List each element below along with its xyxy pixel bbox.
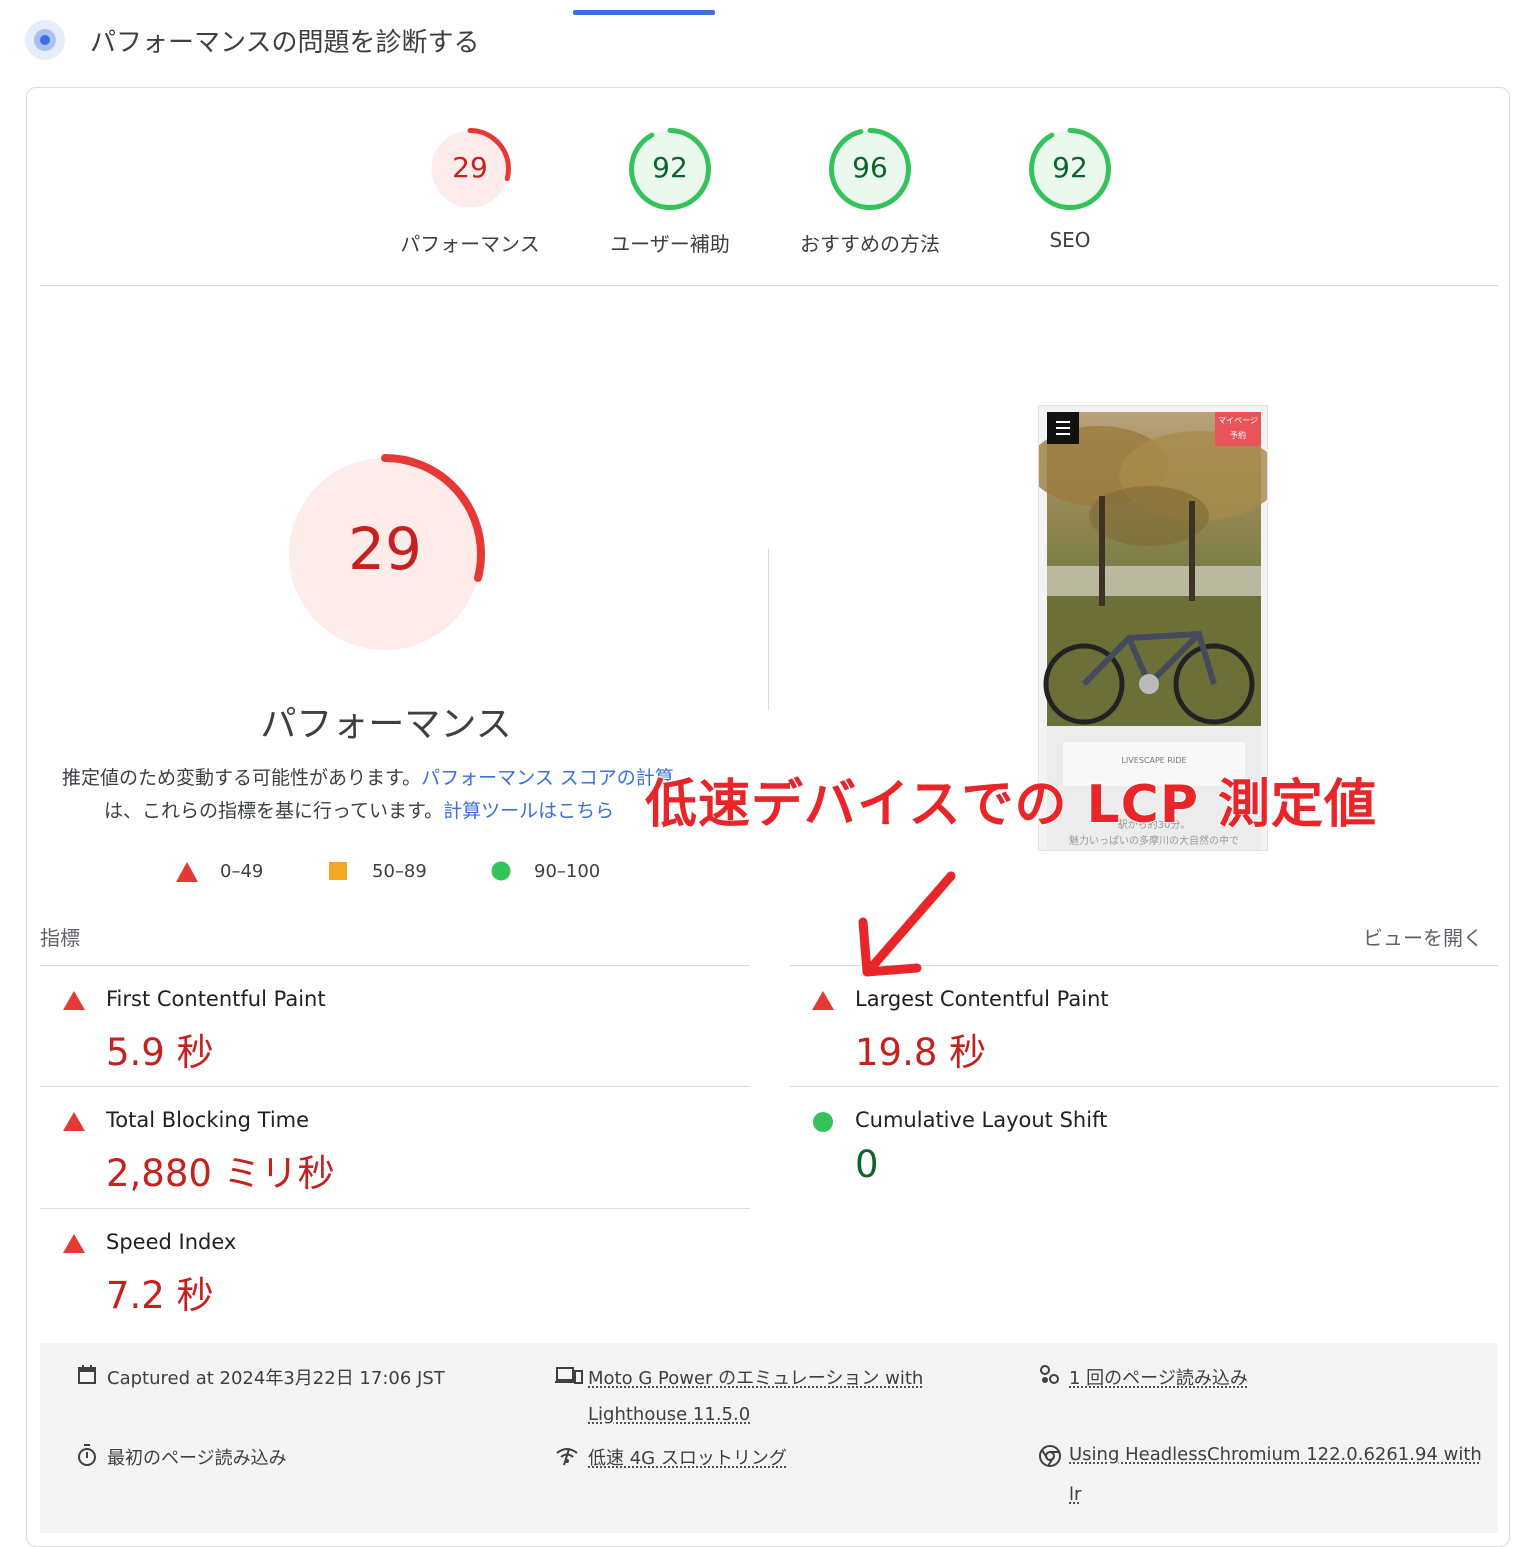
gauge-accessibility[interactable]: 92 bbox=[628, 127, 712, 215]
score-description-line1: 推定値のため変動する可能性があります。パフォーマンス スコアの計算 bbox=[62, 763, 674, 790]
metric-value-tbt: 2,880 ミリ秒 bbox=[106, 1143, 335, 1197]
network-throttling-icon bbox=[555, 1446, 579, 1466]
timer-icon bbox=[77, 1444, 97, 1466]
metrics-divider bbox=[40, 1208, 750, 1209]
gauge-score: 92 bbox=[1028, 151, 1112, 184]
metric-name-tbt: Total Blocking Time bbox=[106, 1108, 309, 1132]
browser-version-link-continued[interactable]: lr bbox=[1069, 1484, 1081, 1505]
gauge-performance[interactable]: 29 bbox=[428, 127, 512, 215]
legend-range-pass: 90–100 bbox=[534, 861, 600, 882]
average-square-icon bbox=[328, 861, 348, 881]
captured-at-text: Captured at 2024年3月22日 17:06 JST bbox=[107, 1364, 445, 1390]
fail-triangle-icon bbox=[62, 990, 86, 1011]
lighthouse-version-link[interactable]: Lighthouse 11.5.0 bbox=[588, 1404, 750, 1425]
metrics-title: 指標 bbox=[40, 922, 80, 951]
pass-circle-icon bbox=[812, 1111, 834, 1133]
score-calc-link[interactable]: パフォーマンス スコアの計算 bbox=[421, 767, 674, 789]
fail-triangle-icon bbox=[175, 861, 199, 883]
chromium-icon bbox=[1038, 1444, 1062, 1468]
expand-view-button[interactable]: ビューを開く bbox=[1363, 922, 1483, 951]
gauge-label-best-practices: おすすめの方法 bbox=[780, 228, 960, 257]
thumb-mypage-label: マイページ bbox=[1215, 415, 1261, 426]
metric-value-fcp: 5.9 秒 bbox=[106, 1022, 214, 1076]
calendar-icon bbox=[77, 1365, 97, 1385]
gauge-label-seo: SEO bbox=[980, 228, 1160, 252]
devices-icon bbox=[555, 1366, 583, 1386]
metric-value-lcp: 19.8 秒 bbox=[855, 1022, 986, 1076]
legend-range-fail: 0–49 bbox=[220, 861, 263, 882]
pass-circle-icon bbox=[491, 861, 511, 881]
browser-version-link[interactable]: Using HeadlessChromium 122.0.6261.94 wit… bbox=[1069, 1444, 1482, 1465]
calculator-link[interactable]: 計算ツールはこちら bbox=[443, 800, 614, 822]
score-description-line2: は、これらの指標を基に行っています。計算ツールはこちら bbox=[104, 796, 614, 823]
network-throttling-link[interactable]: 低速 4G スロットリング bbox=[588, 1444, 787, 1470]
legend-range-average: 50–89 bbox=[372, 861, 427, 882]
metric-value-cls: 0 bbox=[855, 1143, 879, 1186]
gauge-label-accessibility: ユーザー補助 bbox=[580, 228, 760, 257]
annotation-arrow-icon bbox=[855, 870, 960, 982]
active-tab-indicator bbox=[573, 10, 715, 15]
device-emulation-link[interactable]: Moto G Power のエミュレーション with bbox=[588, 1364, 923, 1390]
gauge-best-practices[interactable]: 96 bbox=[828, 127, 912, 215]
fail-triangle-icon bbox=[62, 1111, 86, 1132]
main-gauge-score: 29 bbox=[284, 515, 486, 583]
fail-triangle-icon bbox=[811, 990, 835, 1011]
vertical-divider bbox=[768, 548, 769, 710]
metric-name-lcp: Largest Contentful Paint bbox=[855, 987, 1109, 1011]
lcp-annotation-text: 低速デバイスでの LCP 測定値 bbox=[645, 762, 1377, 837]
metrics-divider bbox=[790, 1086, 1498, 1087]
page-loads-icon bbox=[1038, 1364, 1060, 1386]
gauge-score: 29 bbox=[428, 151, 512, 184]
metrics-divider bbox=[40, 1086, 750, 1087]
thumb-reserve-label: 予約 bbox=[1215, 430, 1261, 441]
description-text: 推定値のため変動する可能性があります。 bbox=[62, 767, 421, 789]
gauge-label-performance: パフォーマンス bbox=[380, 228, 560, 257]
section-divider bbox=[40, 285, 1498, 286]
main-gauge-title: パフォーマンス bbox=[186, 695, 586, 747]
fail-triangle-icon bbox=[62, 1233, 86, 1254]
metric-value-si: 7.2 秒 bbox=[106, 1265, 214, 1319]
metric-name-fcp: First Contentful Paint bbox=[106, 987, 326, 1011]
gauge-score: 92 bbox=[628, 151, 712, 184]
metrics-divider bbox=[40, 965, 750, 966]
gauge-score: 96 bbox=[828, 151, 912, 184]
description-text: は、これらの指標を基に行っています。 bbox=[104, 800, 443, 822]
metric-name-si: Speed Index bbox=[106, 1230, 236, 1254]
gauge-seo[interactable]: 92 bbox=[1028, 127, 1112, 215]
page-loads-link[interactable]: 1 回のページ読み込み bbox=[1069, 1364, 1248, 1390]
metric-name-cls: Cumulative Layout Shift bbox=[855, 1108, 1107, 1132]
initial-load-text: 最初のページ読み込み bbox=[107, 1444, 287, 1470]
lighthouse-diagnose-icon bbox=[24, 19, 66, 61]
page-title: パフォーマンスの問題を診断する bbox=[90, 22, 479, 59]
